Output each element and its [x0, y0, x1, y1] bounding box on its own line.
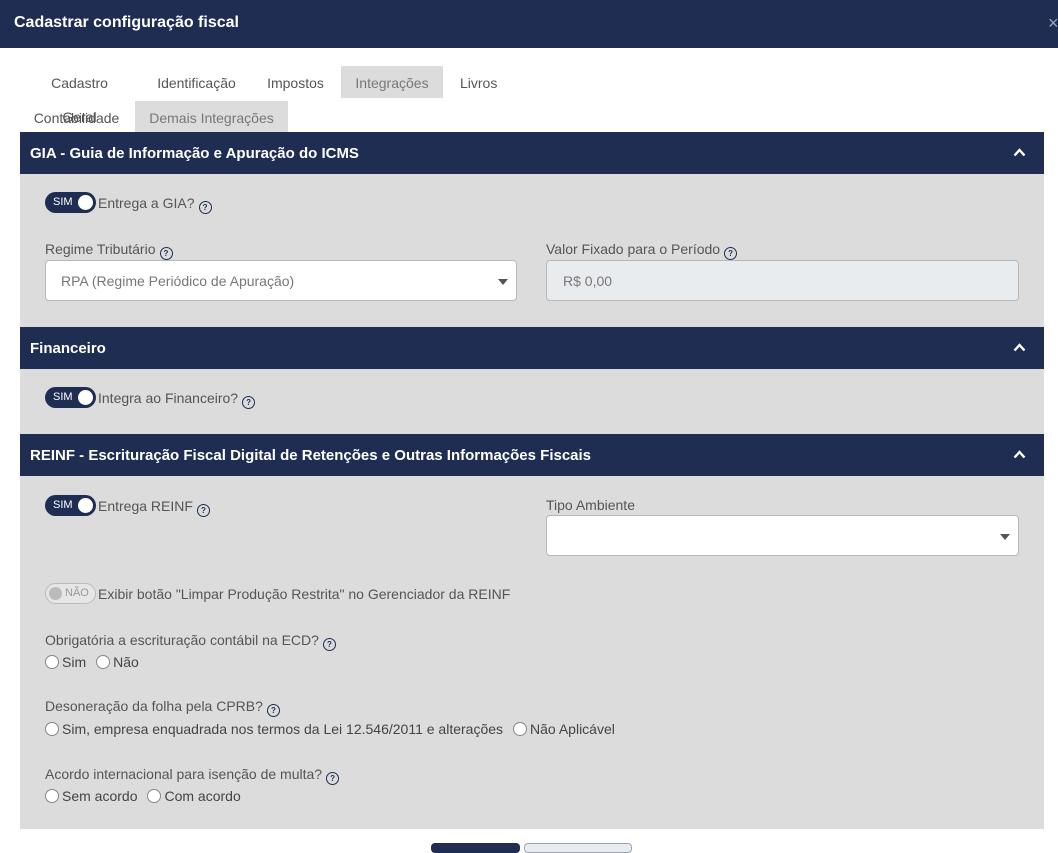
toggle-label: SIM: [53, 499, 73, 511]
dialog-title: Cadastrar configuração fiscal: [14, 14, 239, 31]
help-icon[interactable]: ?: [322, 638, 336, 651]
entrega-reinf-text: Entrega REINF: [98, 498, 193, 514]
radio-button[interactable]: [45, 722, 59, 736]
reinf-panel-header[interactable]: REINF - Escrituração Fiscal Digital de R…: [20, 434, 1044, 476]
chevron-down-icon: [498, 279, 508, 285]
regime-tributario-label: Regime Tributário?: [45, 241, 173, 260]
radio-label: Não: [113, 654, 139, 670]
cancel-button[interactable]: [524, 843, 632, 853]
cprb-label: Desoneração da folha pela CPRB??: [45, 698, 280, 717]
financeiro-panel-body: SIM Integra ao Financeiro??: [20, 369, 1044, 434]
help-icon[interactable]: ?: [266, 704, 280, 717]
acordo-radio-group: Sem acordo Com acordo: [45, 788, 251, 804]
cprb-option-nao-aplicavel[interactable]: Não Aplicável: [513, 721, 615, 737]
save-button[interactable]: [431, 843, 520, 853]
ecd-label: Obrigatória a escrituração contábil na E…: [45, 632, 336, 651]
chevron-up-icon[interactable]: [1013, 341, 1026, 354]
help-icon[interactable]: ?: [724, 247, 738, 260]
integra-financeiro-text: Integra ao Financeiro?: [98, 390, 239, 406]
integra-financeiro-toggle[interactable]: SIM: [45, 387, 96, 408]
gia-panel-title: GIA - Guia de Informação e Apuração do I…: [30, 145, 359, 162]
valor-fixado-text: Valor Fixado para o Período: [546, 241, 721, 257]
tab-livros[interactable]: Livros: [446, 66, 510, 98]
radio-button[interactable]: [45, 655, 59, 669]
radio-label: Com acordo: [164, 788, 241, 804]
tab-identificacao[interactable]: Identificação: [142, 66, 251, 98]
valor-fixado-label: Valor Fixado para o Período?: [546, 241, 738, 260]
entrega-gia-text: Entrega a GIA?: [98, 195, 195, 211]
tab-demais-integracoes[interactable]: Demais Integrações: [135, 101, 288, 133]
radio-label: Sem acordo: [62, 788, 138, 804]
cprb-text: Desoneração da folha pela CPRB?: [45, 698, 263, 714]
cprb-radio-group: Sim, empresa enquadrada nos termos da Le…: [45, 721, 625, 737]
radio-button[interactable]: [147, 789, 162, 803]
financeiro-panel-title: Financeiro: [30, 340, 106, 357]
tab-integracoes[interactable]: Integrações: [341, 66, 443, 98]
help-icon[interactable]: ?: [159, 247, 173, 260]
radio-button[interactable]: [45, 789, 59, 803]
regime-tributario-value: RPA (Regime Periódico de Apuração): [61, 273, 295, 289]
valor-fixado-field[interactable]: R$ 0,00: [546, 260, 1019, 301]
chevron-down-icon: [1000, 534, 1010, 540]
toggle-knob: [78, 390, 93, 405]
help-icon[interactable]: ?: [198, 201, 212, 214]
tab-impostos[interactable]: Impostos: [252, 66, 339, 98]
limpar-producao-toggle[interactable]: NÃO: [45, 583, 96, 604]
regime-tributario-text: Regime Tributário: [45, 241, 156, 257]
tab-cadastro-geral[interactable]: Cadastro Geral: [19, 66, 140, 125]
dialog-titlebar: Cadastrar configuração fiscal ×: [0, 0, 1058, 48]
help-icon[interactable]: ?: [326, 772, 340, 785]
toggle-label: NÃO: [65, 587, 89, 599]
entrega-gia-label: Entrega a GIA??: [98, 195, 212, 214]
reinf-panel-title: REINF - Escrituração Fiscal Digital de R…: [30, 447, 592, 464]
help-icon[interactable]: ?: [196, 504, 210, 517]
entrega-gia-toggle[interactable]: SIM: [45, 192, 96, 213]
entrega-reinf-toggle[interactable]: SIM: [45, 495, 96, 516]
valor-fixado-value: R$ 0,00: [563, 273, 613, 289]
ecd-radio-group: Sim Não: [45, 654, 149, 670]
tipo-ambiente-label: Tipo Ambiente: [546, 497, 635, 513]
radio-label: Sim, empresa enquadrada nos termos da Le…: [62, 721, 504, 737]
limpar-producao-label: Exibir botão "Limpar Produção Restrita" …: [98, 586, 511, 602]
acordo-option-com[interactable]: Com acordo: [147, 788, 241, 804]
toggle-label: SIM: [53, 196, 73, 208]
toggle-knob: [78, 195, 93, 210]
toggle-knob: [78, 498, 93, 513]
radio-label: Sim: [62, 654, 87, 670]
regime-tributario-select[interactable]: RPA (Regime Periódico de Apuração): [45, 260, 517, 301]
reinf-panel-body: SIM Entrega REINF? Tipo Ambiente NÃO Exi…: [20, 476, 1044, 829]
ecd-option-nao[interactable]: Não: [96, 654, 139, 670]
integra-financeiro-label: Integra ao Financeiro??: [98, 390, 256, 409]
tab-contabilidade[interactable]: Contabilidade: [19, 101, 134, 133]
chevron-up-icon[interactable]: [1013, 146, 1026, 159]
acordo-text: Acordo internacional para isenção de mul…: [45, 766, 323, 782]
radio-button[interactable]: [96, 655, 111, 669]
ecd-option-sim[interactable]: Sim: [45, 654, 86, 670]
acordo-label: Acordo internacional para isenção de mul…: [45, 766, 340, 785]
close-icon[interactable]: ×: [1048, 13, 1058, 34]
toggle-label: SIM: [53, 391, 73, 403]
help-icon[interactable]: ?: [242, 396, 256, 409]
radio-button[interactable]: [513, 722, 528, 736]
gia-panel-body: SIM Entrega a GIA?? Regime Tributário? R…: [20, 174, 1044, 327]
chevron-up-icon[interactable]: [1013, 448, 1026, 461]
tipo-ambiente-select[interactable]: [546, 515, 1019, 556]
cprb-option-sim[interactable]: Sim, empresa enquadrada nos termos da Le…: [45, 721, 503, 737]
gia-panel-header[interactable]: GIA - Guia de Informação e Apuração do I…: [20, 132, 1044, 174]
toggle-knob: [49, 587, 62, 600]
ecd-text: Obrigatória a escrituração contábil na E…: [45, 632, 319, 648]
financeiro-panel-header[interactable]: Financeiro: [20, 327, 1044, 369]
radio-label: Não Aplicável: [530, 721, 615, 737]
acordo-option-sem[interactable]: Sem acordo: [45, 788, 137, 804]
entrega-reinf-label: Entrega REINF?: [98, 498, 210, 517]
